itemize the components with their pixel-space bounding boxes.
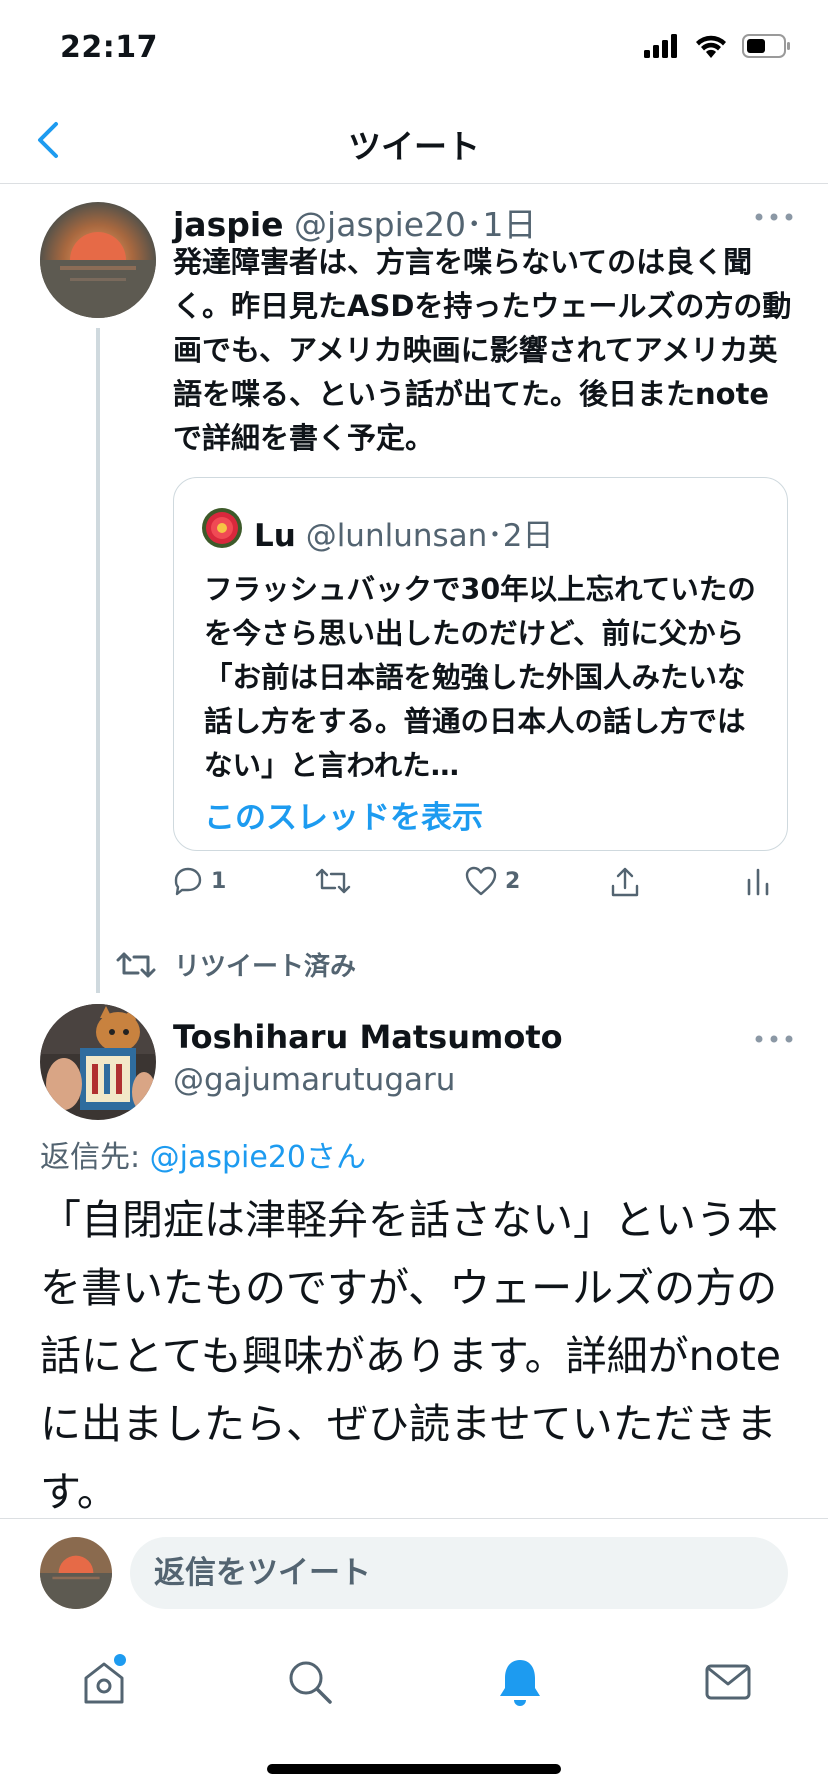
analytics-button[interactable] — [745, 866, 771, 896]
signal-icon — [644, 34, 677, 58]
tweet1-text: 発達障害者は、方言を喋らないてのは良く聞く。昨日見たASDを持ったウェールズの方… — [173, 245, 792, 455]
like-count: 2 — [505, 868, 521, 894]
reply-button[interactable]: 1 — [173, 866, 226, 896]
reply-count: 1 — [211, 868, 227, 894]
retweet-button[interactable] — [315, 866, 351, 896]
notifications-icon[interactable] — [492, 1654, 548, 1710]
more-icon[interactable] — [754, 1034, 794, 1044]
share-button[interactable] — [609, 866, 641, 898]
home-indicator — [267, 1764, 561, 1774]
tab-bar — [0, 1614, 828, 1792]
reply-to-prefix: 返信先: — [40, 1140, 150, 1175]
avatar-jaspie[interactable] — [40, 202, 156, 318]
status-icons — [644, 34, 792, 58]
heart-icon — [465, 866, 497, 896]
share-icon — [611, 867, 639, 897]
home-icon[interactable] — [76, 1654, 132, 1710]
quote-header: Lu @lunlunsan･2日 — [254, 510, 554, 555]
retweet-icon — [315, 868, 351, 894]
reply-to-mention[interactable]: @jaspie20さん — [150, 1140, 366, 1175]
wifi-icon — [696, 35, 726, 58]
quote-display-name: Lu — [254, 518, 296, 554]
quoted-tweet-card[interactable]: Lu @lunlunsan･2日 フラッシュバックで30年以上忘れていたのを今さ… — [173, 477, 788, 851]
retweeted-indicator: リツイート済み — [116, 946, 356, 983]
thread-connector — [96, 328, 100, 993]
battery-icon — [742, 34, 790, 58]
tweet1-handle-time[interactable]: @jaspie20･1日 — [294, 205, 537, 244]
quote-text: フラッシュバックで30年以上忘れていたのを今さら思い出したのだけど、前に父から「… — [204, 573, 756, 782]
tweet2-text: 「自閉症は津軽弁を話さない」という本を書いたものですが、ウェールズの方の話にとて… — [40, 1196, 781, 1516]
avatar-toshiharu[interactable] — [40, 1004, 156, 1120]
reply-icon — [174, 867, 202, 896]
search-icon[interactable] — [282, 1654, 338, 1710]
reply-input[interactable]: 返信をツイート — [130, 1537, 788, 1609]
page-title: ツイート — [348, 127, 480, 166]
tweet2-handle[interactable]: @gajumarutugaru — [173, 1062, 455, 1098]
messages-icon[interactable] — [700, 1654, 756, 1710]
avatar-lu — [202, 508, 242, 548]
composer-avatar — [40, 1537, 112, 1609]
status-time: 22:17 — [60, 30, 158, 65]
quote-handle-time: @lunlunsan･2日 — [305, 518, 554, 554]
retweeted-label: リツイート済み — [174, 952, 357, 982]
replying-to: 返信先: @jaspie20さん — [40, 1132, 366, 1176]
retweet-icon — [116, 952, 156, 977]
show-thread-link[interactable]: このスレッドを表示 — [204, 792, 483, 837]
more-icon[interactable] — [754, 212, 794, 222]
tweet2-display-name[interactable]: Toshiharu Matsumoto — [173, 1018, 563, 1056]
tweet1-header: jaspie @jaspie20･1日 — [173, 198, 537, 246]
tweet1-display-name[interactable]: jaspie — [173, 205, 284, 244]
analytics-icon — [747, 868, 769, 896]
nav-header: ツイート — [0, 96, 828, 184]
reply-composer: 返信をツイート — [0, 1518, 828, 1614]
like-button[interactable]: 2 — [465, 866, 520, 896]
status-bar: 22:17 — [0, 0, 828, 96]
tweet1-actions: 1 2 — [173, 866, 793, 912]
